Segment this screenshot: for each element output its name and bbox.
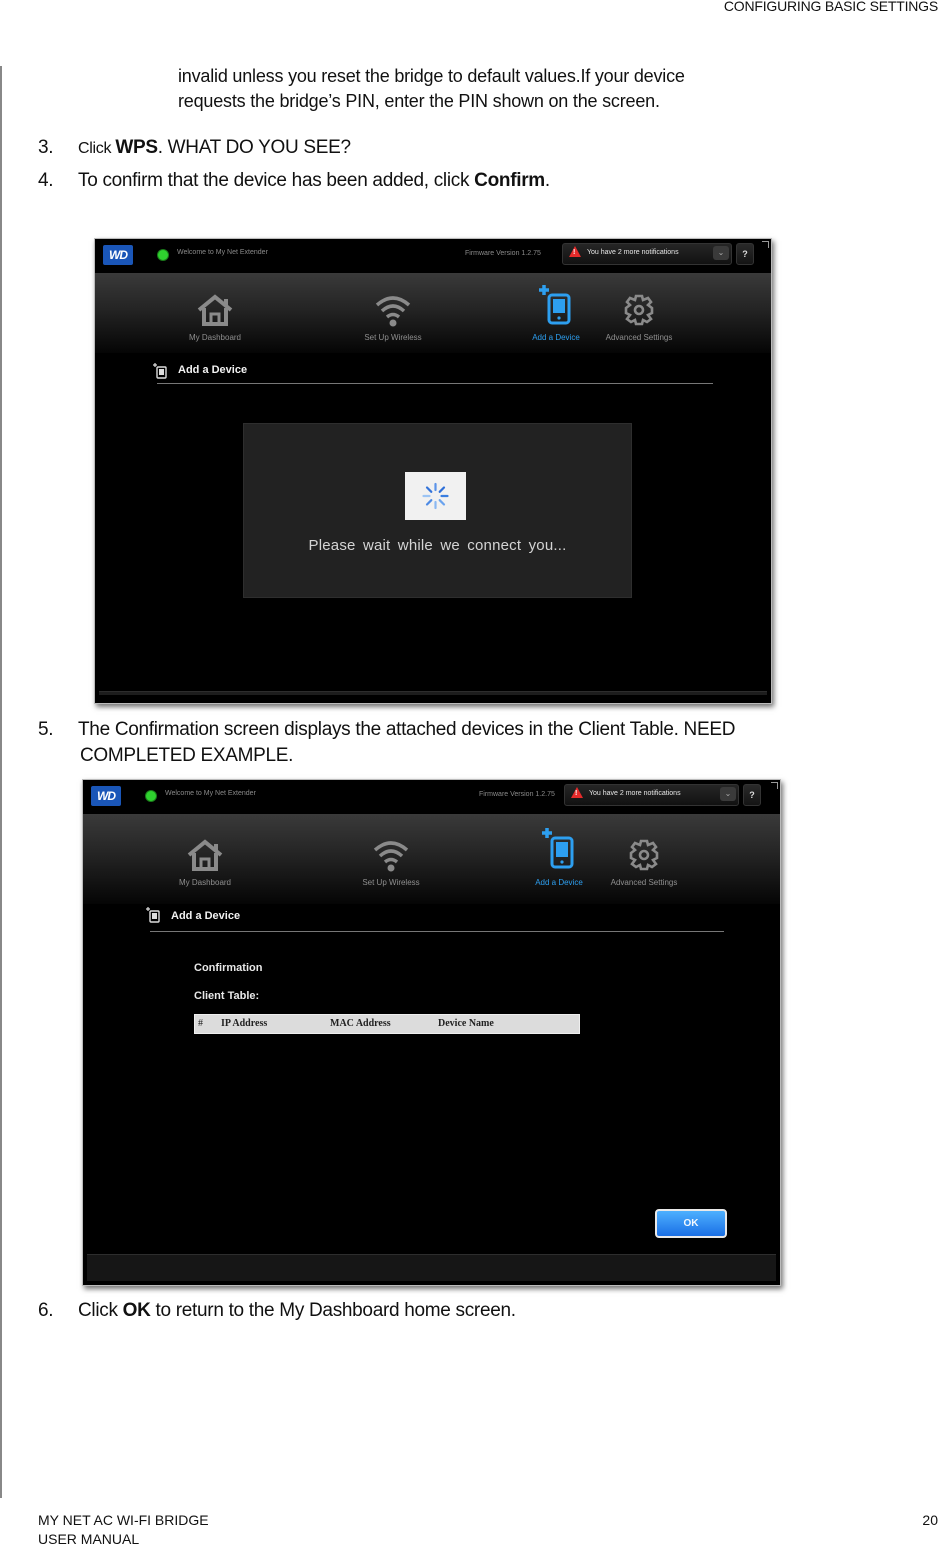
notifications-text: You have 2 more notifications: [587, 249, 679, 256]
firmware-version: Firmware Version 1.2.75: [465, 250, 541, 257]
chevron-down-icon[interactable]: ⌄: [713, 246, 729, 260]
step-number: 4.: [38, 170, 54, 191]
screenshot-confirmation: WD Welcome to My Net Extender Firmware V…: [82, 779, 781, 1286]
resize-icon[interactable]: [762, 241, 769, 248]
intro-line-1: invalid unless you reset the bridge to d…: [178, 66, 685, 86]
welcome-text: Welcome to My Net Extender: [165, 790, 256, 797]
add-device-small-icon: [146, 907, 160, 923]
intro-line-2: requests the bridge’s PIN, enter the PIN…: [178, 91, 660, 111]
client-table-header: # IP Address MAC Address Device Name: [194, 1014, 580, 1034]
app-top-bar: WD Welcome to My Net Extender Firmware V…: [83, 780, 780, 814]
screenshot-connecting: WD Welcome to My Net Extender Firmware V…: [94, 238, 772, 704]
nav-set-up-wireless[interactable]: Set Up Wireless: [355, 838, 427, 887]
confirm-label: Confirm: [474, 170, 545, 191]
help-button[interactable]: ?: [743, 784, 761, 806]
chevron-down-icon[interactable]: ⌄: [720, 787, 736, 801]
margin-rule: [0, 66, 2, 1498]
add-device-icon: [542, 828, 574, 869]
help-button[interactable]: ?: [736, 243, 754, 265]
step-4: 4. To confirm that the device has been ad…: [38, 170, 550, 191]
home-icon: [197, 294, 233, 326]
nav-add-a-device[interactable]: Add a Device: [520, 283, 592, 342]
step-number: 3.: [38, 137, 54, 158]
wd-logo: WD: [103, 245, 133, 265]
main-nav: My Dashboard Set Up Wireless Add a Devic…: [83, 814, 780, 904]
ok-label: OK: [122, 1300, 151, 1321]
welcome-text: Welcome to My Net Extender: [177, 249, 268, 256]
step-5: 5. The Confirmation screen displays the a…: [38, 719, 736, 740]
nav-set-up-wireless[interactable]: Set Up Wireless: [357, 293, 429, 342]
gear-icon: [629, 839, 659, 871]
app-top-bar: WD Welcome to My Net Extender Firmware V…: [95, 239, 771, 273]
app-footer-bar: [87, 1254, 776, 1281]
add-device-small-icon: [153, 363, 167, 379]
nav-advanced-settings[interactable]: Advanced Settings: [602, 838, 686, 887]
col-ip-address: IP Address: [221, 1018, 268, 1029]
wait-message: Please wait while we connect you...: [308, 537, 567, 554]
step-6: 6. Click OK to return to the My Dashboard…: [38, 1300, 516, 1321]
resize-icon[interactable]: [771, 782, 778, 789]
step-3: 3. Click WPS. WHAT DO YOU SEE?: [38, 137, 351, 158]
section-divider: [150, 931, 724, 932]
main-nav: My Dashboard Set Up Wireless Add a Devic…: [95, 273, 771, 353]
confirmation-heading: Confirmation: [194, 962, 263, 974]
notifications-text: You have 2 more notifications: [589, 790, 681, 797]
step-number: 5.: [38, 719, 54, 740]
notifications-dropdown[interactable]: ! You have 2 more notifications ⌄: [564, 784, 739, 806]
nav-my-dashboard[interactable]: My Dashboard: [179, 293, 251, 342]
page-number: 20: [922, 1512, 938, 1528]
globe-icon: [145, 790, 157, 802]
wps-label: WPS: [115, 137, 158, 158]
section-title: Add a Device: [171, 910, 241, 922]
running-header: CONFIGURING BASIC SETTINGS: [723, 0, 938, 14]
spinner-icon: [405, 472, 466, 520]
wifi-icon: [373, 841, 409, 872]
wifi-icon: [375, 296, 411, 327]
gear-icon: [624, 294, 654, 326]
home-icon: [187, 839, 223, 871]
col-index: #: [198, 1018, 203, 1029]
wait-dialog: Please wait while we connect you...: [243, 423, 632, 598]
wd-logo: WD: [91, 786, 121, 806]
col-mac-address: MAC Address: [330, 1018, 391, 1029]
nav-add-a-device[interactable]: Add a Device: [523, 826, 595, 887]
globe-icon: [157, 249, 169, 261]
section-divider: [157, 383, 713, 384]
add-device-icon: [539, 285, 571, 325]
step-number: 6.: [38, 1300, 54, 1321]
notifications-dropdown[interactable]: ! You have 2 more notifications ⌄: [562, 243, 732, 265]
step-5-continued: COMPLETED EXAMPLE.: [80, 745, 294, 766]
client-table-label: Client Table:: [194, 990, 260, 1002]
section-title: Add a Device: [178, 364, 248, 376]
ok-button[interactable]: OK: [655, 1209, 727, 1238]
nav-advanced-settings[interactable]: Advanced Settings: [599, 293, 679, 342]
nav-my-dashboard[interactable]: My Dashboard: [169, 838, 241, 887]
firmware-version: Firmware Version 1.2.75: [479, 791, 555, 798]
app-footer-bar: [99, 691, 767, 695]
col-device-name: Device Name: [438, 1018, 494, 1029]
footer-product: MY NET AC WI-FI BRIDGE USER MANUAL: [38, 1512, 209, 1547]
